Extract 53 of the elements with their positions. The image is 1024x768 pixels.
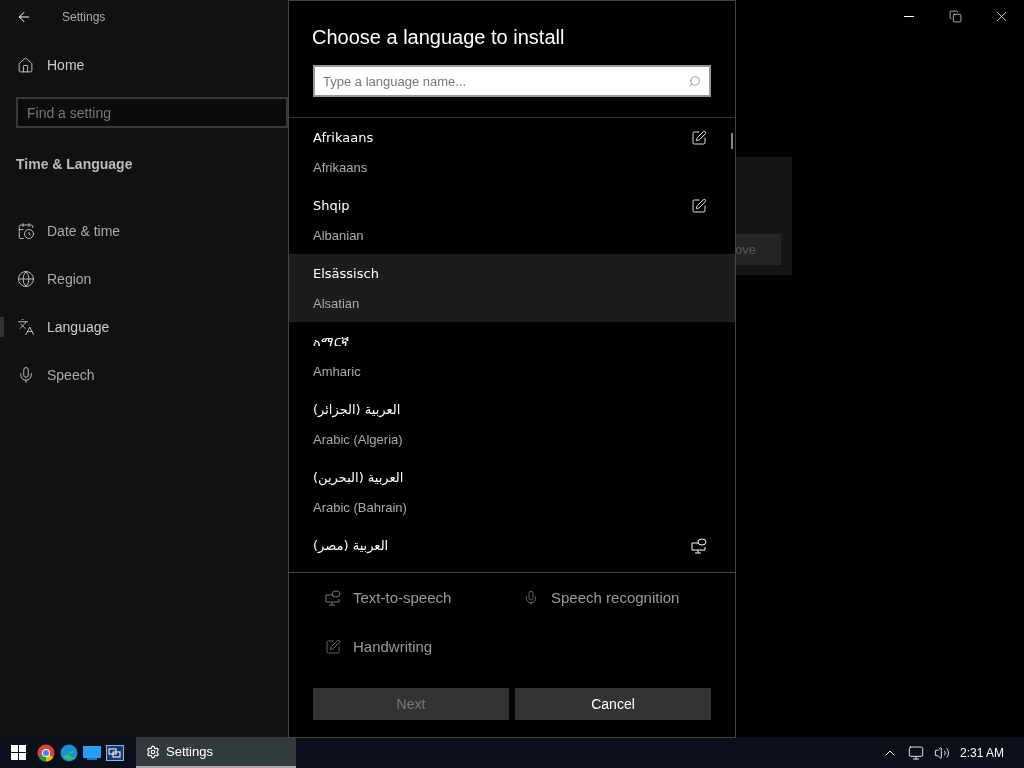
chrome-icon[interactable] (37, 743, 55, 762)
nav-item[interactable]: Speech (0, 364, 95, 386)
legend-label: Handwriting (353, 636, 433, 657)
microphone-icon (17, 366, 35, 384)
calendar-clock-icon (17, 222, 35, 240)
legend-label: Text-to-speech (353, 588, 452, 608)
nav-item[interactable]: Region (0, 268, 92, 290)
handwriting-icon (691, 130, 707, 146)
windows-logo-icon (10, 745, 26, 760)
list-row[interactable]: Elsässisch Alsatian (289, 254, 735, 322)
native-name: العربية (البحرين) (313, 469, 405, 488)
language-icon (17, 318, 35, 336)
text-to-speech-icon (325, 590, 341, 607)
home-nav-item[interactable]: Home (0, 55, 288, 76)
globe-icon (17, 270, 35, 288)
english-name: Amharic (313, 362, 362, 381)
native-name: Elsässisch (313, 265, 380, 283)
microphone-icon (523, 590, 539, 607)
dialog-title: Choose a language to install (312, 25, 566, 50)
english-name: Afrikaans (313, 158, 369, 177)
window-title: Settings (62, 8, 106, 26)
english-name: Alsatian (313, 294, 361, 313)
clock[interactable]: 2:31 AM (959, 743, 1004, 762)
legend-label: Speech recognition (551, 588, 680, 608)
restore-icon (948, 9, 962, 23)
nav-item[interactable]: Date & time (0, 220, 121, 242)
volume-icon[interactable] (933, 744, 950, 761)
search-field[interactable]: Find a setting (16, 97, 288, 128)
english-name: Arabic (Algeria) (313, 430, 404, 449)
native-name: العربية (الجزائر) (313, 401, 402, 420)
native-name: አማርኛ (313, 333, 350, 351)
dialog-button[interactable]: Cancel (515, 688, 711, 720)
taskbar-task[interactable]: Settings (136, 737, 296, 768)
window-app-icon[interactable] (83, 745, 101, 760)
text-to-speech-icon (691, 538, 707, 554)
home-icon (17, 57, 34, 74)
english-name: Arabic (Bahrain) (313, 498, 408, 517)
remote-desktop-icon[interactable] (106, 744, 124, 761)
edge-icon[interactable] (60, 743, 78, 762)
gear-icon (146, 744, 160, 759)
handwriting-icon (325, 638, 341, 655)
english-name: Albanian (313, 226, 365, 245)
minimize-icon (904, 15, 914, 17)
scrollbar-thumb[interactable] (731, 133, 733, 149)
search-icon (688, 75, 701, 88)
native-name: Afrikaans (313, 129, 375, 147)
handwriting-icon (691, 198, 707, 214)
language-search-field[interactable]: Type a language name... (313, 65, 711, 97)
native-name: العربية (مصر) (313, 537, 390, 555)
nav-item[interactable]: Language (0, 316, 110, 338)
native-name: Shqip (313, 197, 351, 215)
section-heading: Time & Language (16, 155, 134, 174)
network-icon[interactable] (907, 744, 924, 761)
